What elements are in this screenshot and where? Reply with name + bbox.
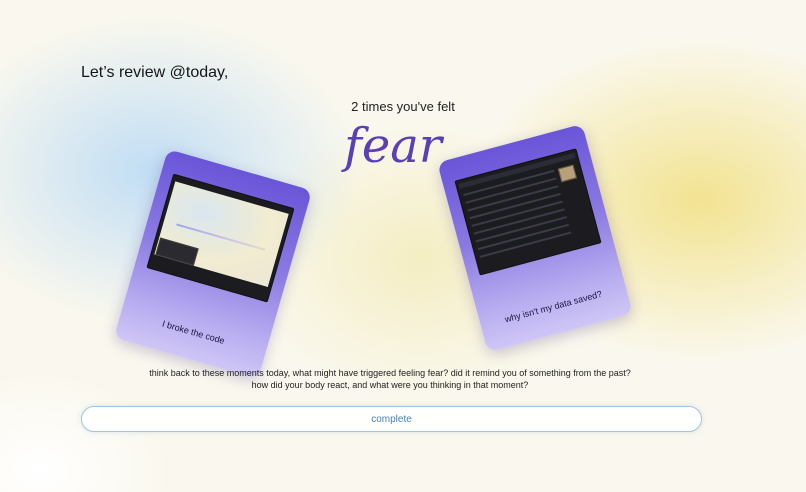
- page-greeting: Let’s review @today,: [81, 64, 229, 81]
- moment-screenshot-thumbnail: [454, 148, 602, 276]
- emotion-title: fear: [344, 118, 442, 174]
- reflection-prompt-line: think back to these moments today, what …: [149, 368, 631, 378]
- emotion-count-text: 2 times you've felt: [351, 99, 455, 114]
- complete-button[interactable]: complete: [81, 406, 702, 432]
- moment-screenshot-thumbnail: [146, 173, 295, 303]
- reflection-prompt: think back to these moments today, what …: [100, 367, 680, 391]
- reflection-prompt-line: how did your body react, and what were y…: [251, 380, 529, 390]
